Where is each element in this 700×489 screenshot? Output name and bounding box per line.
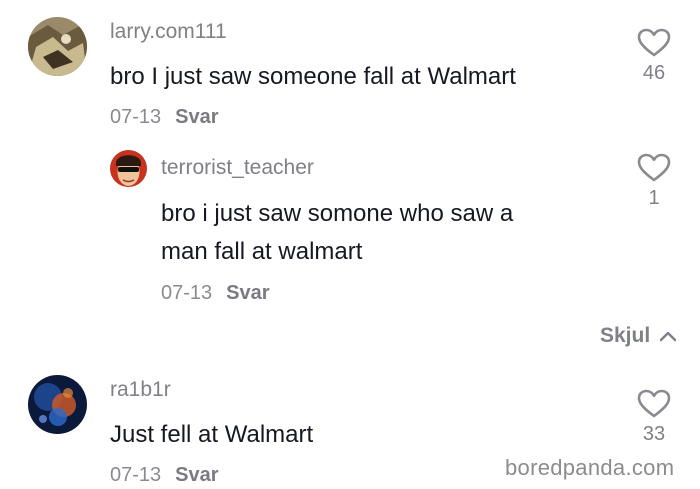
avatar[interactable]: [28, 17, 87, 76]
watermark: boredpanda.com: [505, 455, 675, 480]
avatar[interactable]: [28, 375, 87, 434]
avatar-photo-icon: [110, 150, 147, 187]
comment-username[interactable]: larry.com111: [110, 20, 227, 44]
comment-username[interactable]: ra1b1r: [110, 378, 171, 402]
reply-button[interactable]: Svar: [175, 464, 218, 486]
comment-meta: 07-13 Svar: [110, 106, 219, 129]
chevron-up-icon: [659, 332, 677, 342]
avatar-photo-icon: [28, 375, 87, 434]
like-count: 1: [648, 187, 660, 209]
comment-date: 07-13: [161, 282, 213, 304]
like-button[interactable]: 1: [624, 153, 684, 210]
comment-meta: 07-13 Svar: [110, 464, 219, 487]
like-button[interactable]: 46: [624, 28, 684, 85]
heart-icon: [637, 153, 671, 182]
like-button[interactable]: 33: [624, 389, 684, 446]
comment-meta: 07-13 Svar: [161, 282, 270, 305]
reply-button[interactable]: Svar: [175, 106, 218, 128]
comment-text: bro I just saw someone fall at Walmart: [110, 63, 516, 90]
comment-text: man fall at walmart: [161, 238, 363, 265]
heart-icon: [637, 389, 671, 418]
hide-replies-label: Skjul: [600, 324, 651, 347]
like-count: 33: [642, 423, 666, 445]
reply-button[interactable]: Svar: [226, 282, 269, 304]
heart-icon: [637, 28, 671, 57]
avatar-photo-icon: [28, 17, 87, 76]
avatar[interactable]: [110, 150, 147, 187]
like-count: 46: [642, 62, 666, 84]
comment-text: bro i just saw somone who saw a: [161, 200, 514, 227]
comment-date: 07-13: [110, 464, 162, 486]
comment-date: 07-13: [110, 106, 162, 128]
hide-replies-button[interactable]: Skjul: [600, 324, 677, 348]
comment-username[interactable]: terrorist_teacher: [161, 156, 314, 180]
comment-text: Just fell at Walmart: [110, 421, 314, 448]
